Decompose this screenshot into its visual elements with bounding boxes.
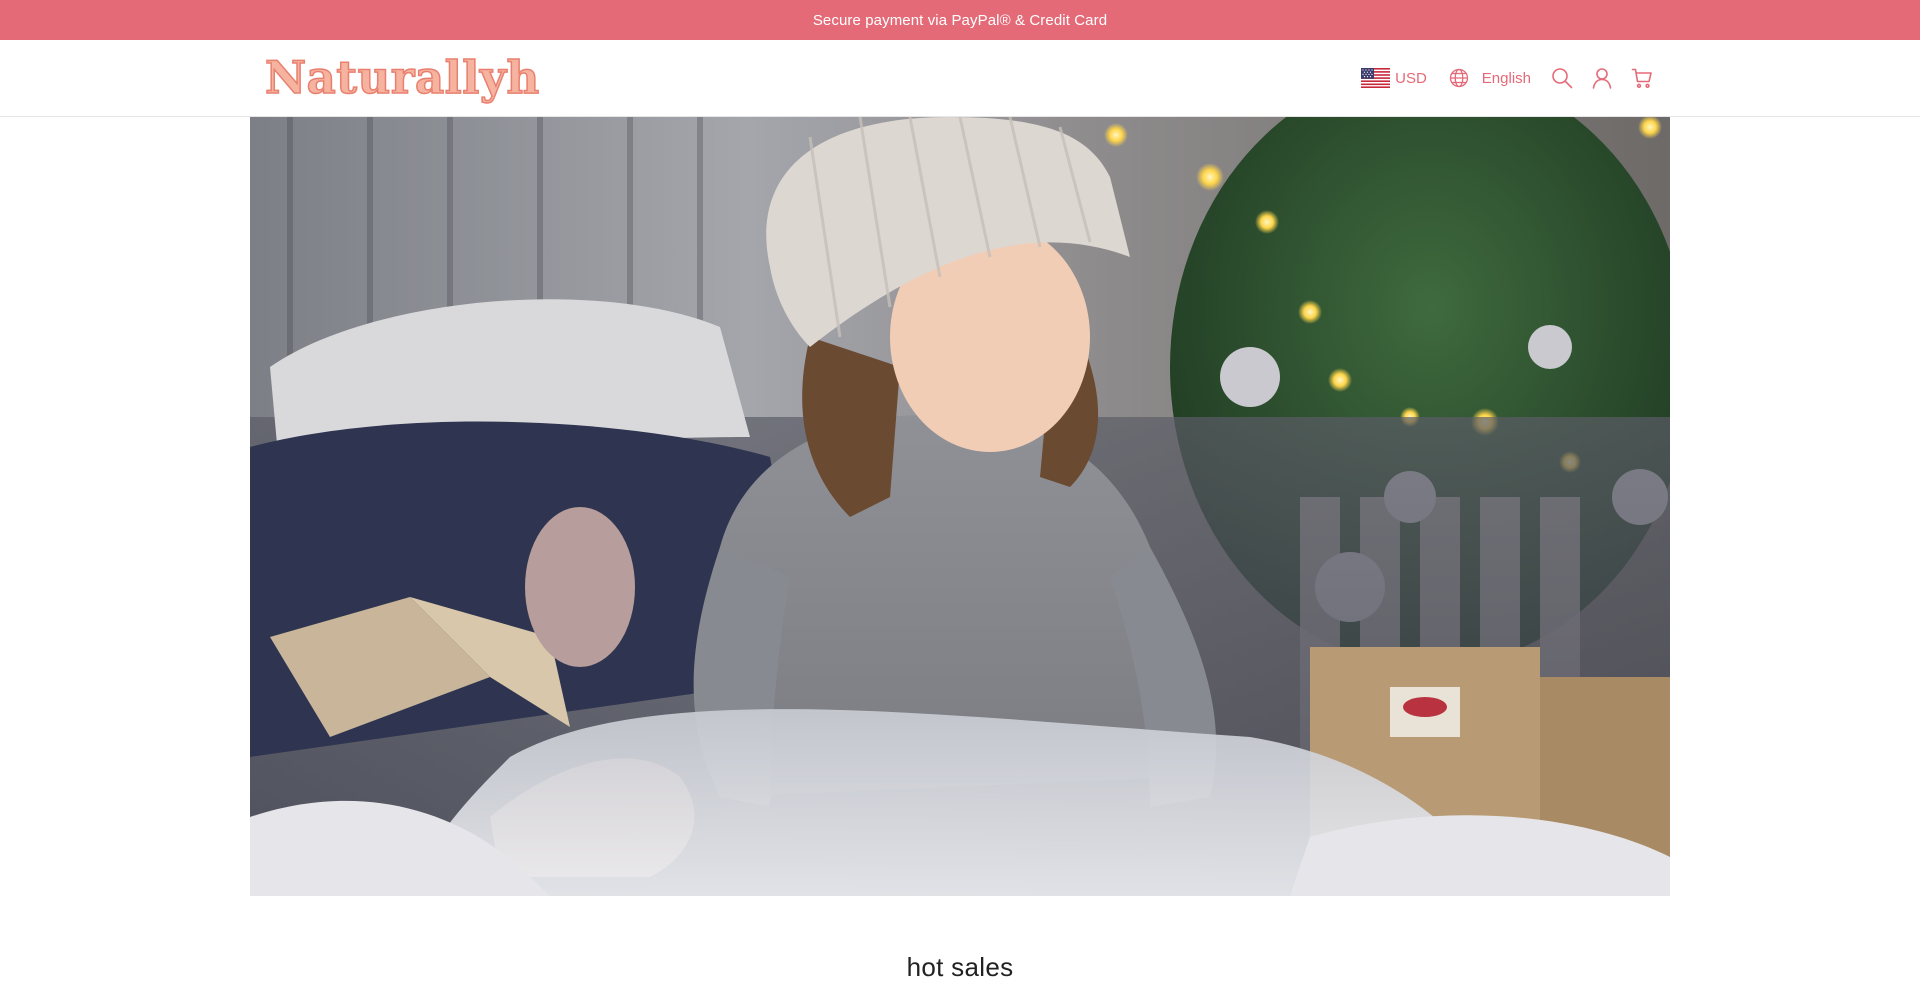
hero-photo [250, 117, 1670, 896]
globe-icon [1449, 68, 1468, 88]
currency-selector[interactable]: USD [1361, 68, 1427, 88]
hero-banner[interactable] [250, 117, 1670, 896]
header-actions: USD English [1361, 40, 1654, 116]
language-label: English [1481, 69, 1531, 87]
announcement-bar: Secure payment via PayPal® & Credit Card [0, 0, 1920, 40]
account-button[interactable] [1590, 66, 1614, 90]
section-title-hot-sales: hot sales [906, 952, 1014, 982]
announcement-text: Secure payment via PayPal® & Credit Card [812, 11, 1108, 29]
language-selector[interactable]: English [1449, 68, 1531, 88]
search-button[interactable] [1550, 66, 1574, 90]
currency-code: USD [1395, 69, 1427, 87]
account-icon [1592, 68, 1612, 89]
site-logo[interactable]: Naturallyh [264, 48, 540, 108]
us-flag-icon [1361, 68, 1391, 88]
site-header: Naturallyh USD English [0, 40, 1920, 117]
cart-button[interactable] [1630, 66, 1654, 90]
cart-icon [1631, 68, 1652, 88]
search-icon [1552, 68, 1573, 89]
